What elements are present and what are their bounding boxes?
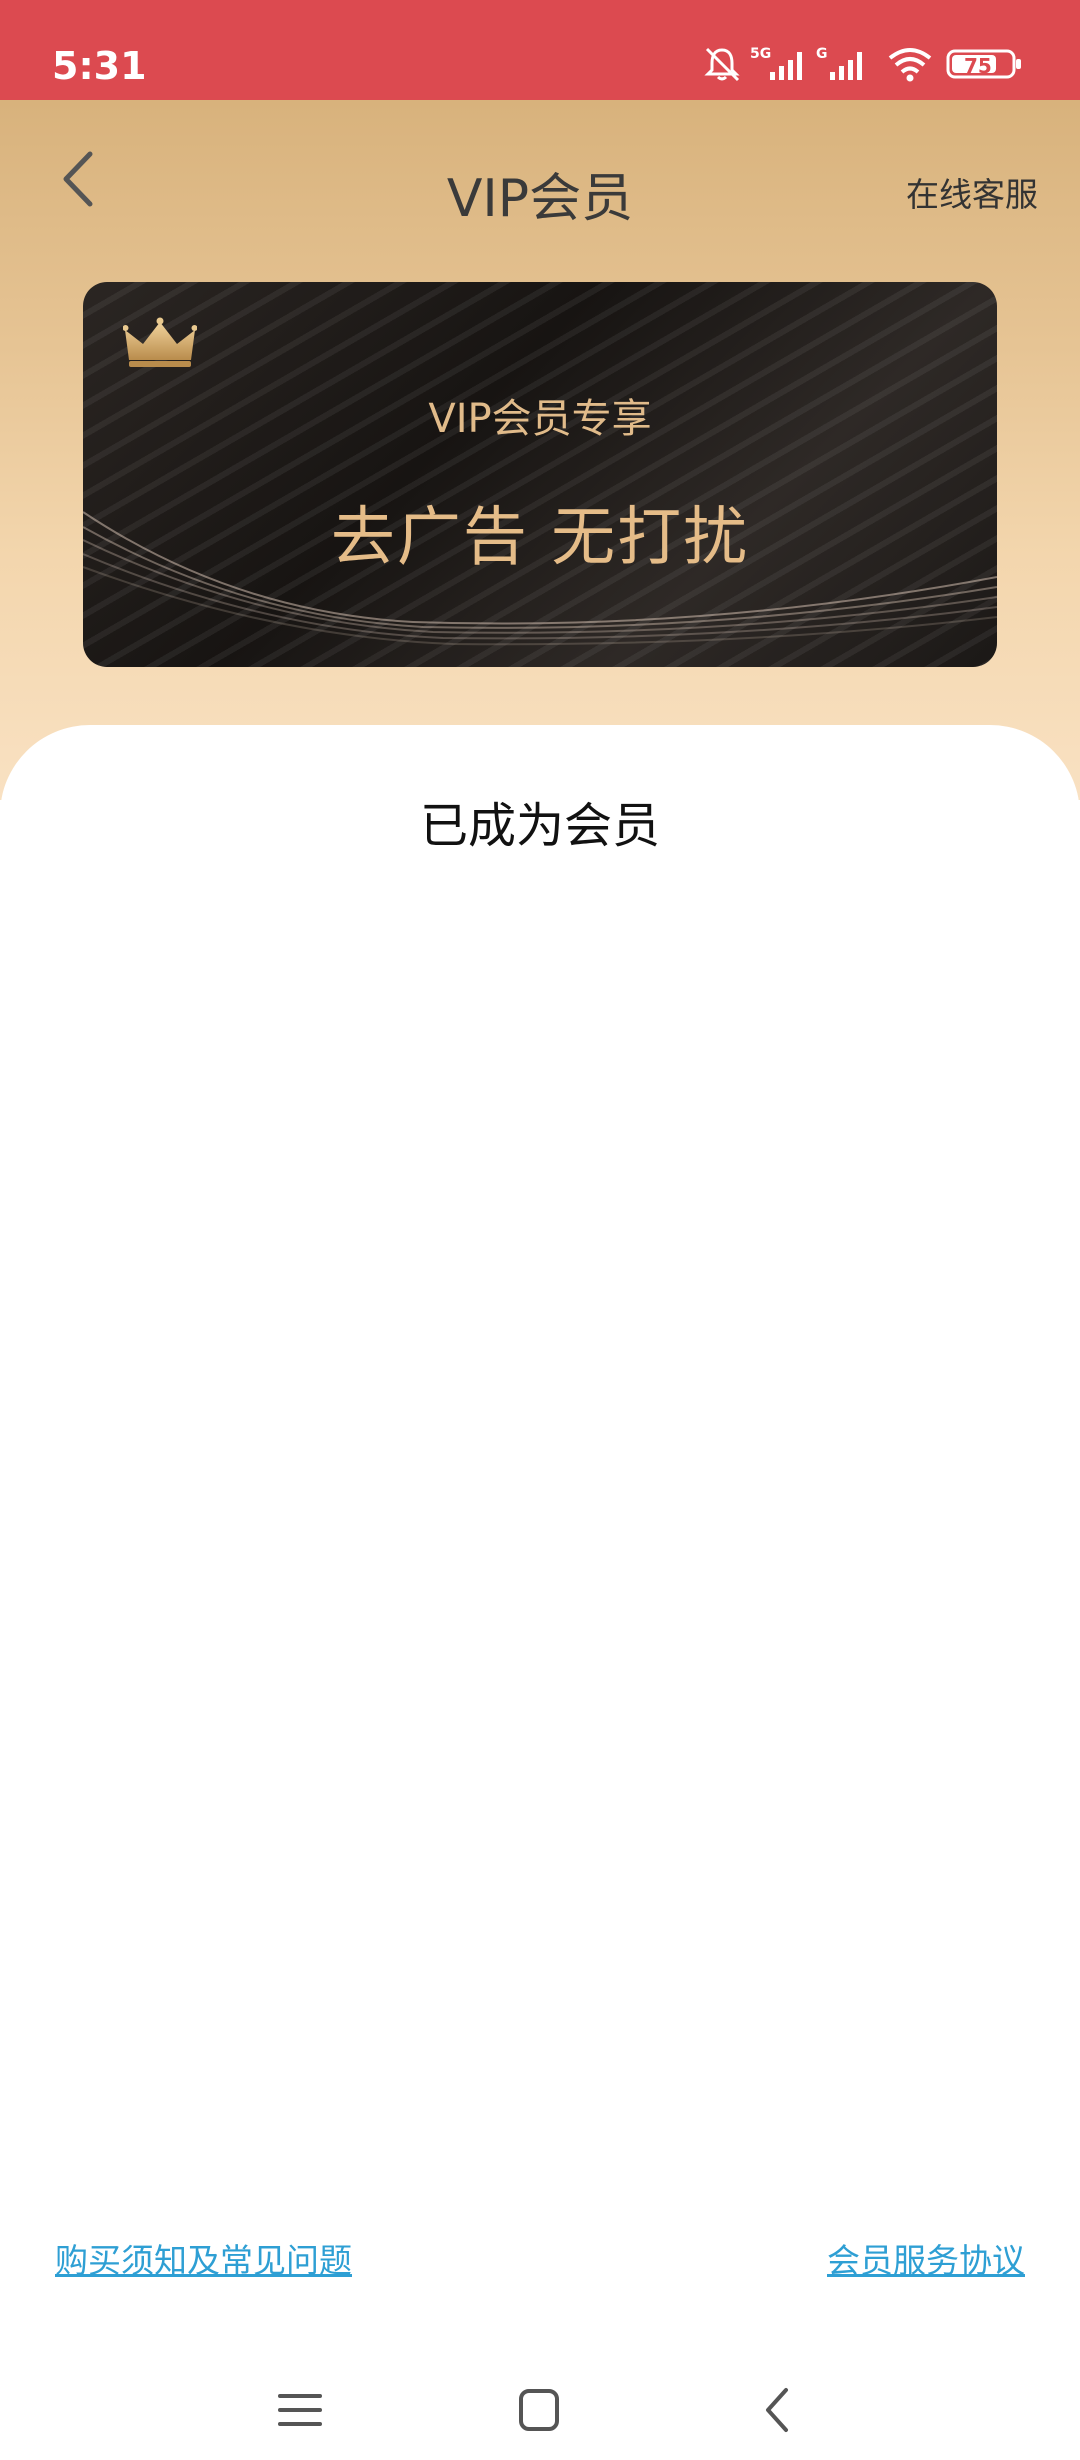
menu-icon (278, 2394, 322, 2426)
vip-banner: VIP会员专享 去广告 无打扰 (83, 282, 997, 667)
nav-home-button[interactable] (509, 2380, 569, 2440)
back-triangle-icon (766, 2388, 788, 2432)
online-service-button[interactable]: 在线客服 (906, 168, 1038, 216)
network-label-5g: 5G (750, 46, 771, 62)
membership-status: 已成为会员 (419, 798, 660, 854)
crown-icon (123, 317, 197, 367)
nav-back-button[interactable] (748, 2380, 808, 2440)
content-card (0, 725, 1080, 2460)
service-agreement-link[interactable]: 会员服务协议 (827, 2234, 1025, 2282)
faq-link[interactable]: 购买须知及常见问题 (55, 2234, 352, 2282)
system-nav-bar (0, 2340, 1080, 2460)
home-square-icon (519, 2389, 559, 2431)
status-time: 5:31 (52, 44, 147, 88)
wifi-icon (888, 48, 932, 82)
signal-g-icon: G (816, 46, 862, 80)
banner-wave-lines (83, 511, 997, 646)
banner-subtitle: VIP会员专享 (428, 396, 652, 442)
status-bar: 5:31 5G G 75 (0, 0, 1080, 100)
nav-menu-button[interactable] (270, 2380, 330, 2440)
bell-muted-icon (704, 47, 740, 82)
banner-headline: 去广告 无打扰 (330, 501, 750, 575)
battery-level: 75 (964, 54, 992, 78)
network-label-g: G (816, 46, 828, 62)
signal-5g-icon: 5G (750, 46, 802, 80)
status-icons: 5G G 75 (702, 44, 1032, 92)
